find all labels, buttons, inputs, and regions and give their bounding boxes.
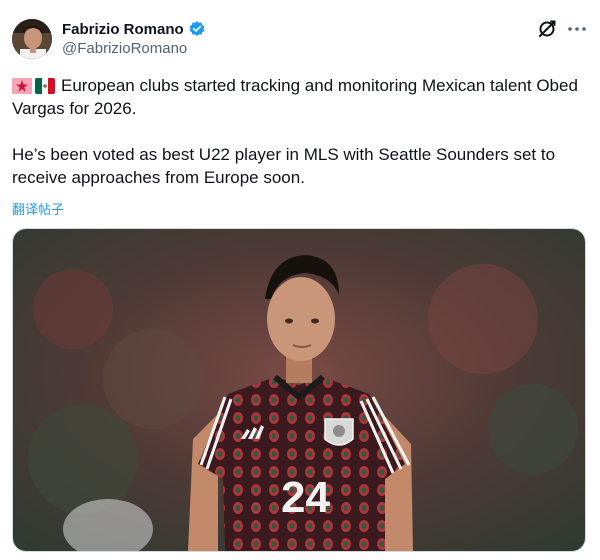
avatar[interactable] — [12, 19, 52, 59]
tweet-line-1: European clubs started tracking and moni… — [12, 76, 583, 118]
avatar-image — [12, 19, 52, 59]
tweet-line-2: He’s been voted as best U22 player in ML… — [12, 145, 560, 187]
flag-emojis — [12, 78, 55, 94]
siren-emoji-icon — [12, 78, 32, 94]
player-photo: 24 — [13, 229, 585, 551]
author-handle[interactable]: @FabrizioRomano — [62, 40, 187, 57]
tweet-photo[interactable]: 24 — [12, 228, 586, 552]
tweet-text: European clubs started tracking and moni… — [12, 74, 587, 189]
name-row: Fabrizio Romano — [62, 20, 206, 38]
grok-icon[interactable] — [536, 18, 558, 40]
jersey-number: 24 — [281, 473, 330, 522]
mexico-flag-icon — [35, 78, 55, 94]
verified-badge-icon — [188, 20, 206, 38]
translate-post-link[interactable]: 翻译帖子 — [12, 199, 64, 218]
display-name[interactable]: Fabrizio Romano — [62, 21, 184, 38]
more-icon[interactable] — [566, 18, 588, 40]
mexico-crest-icon — [324, 418, 354, 446]
